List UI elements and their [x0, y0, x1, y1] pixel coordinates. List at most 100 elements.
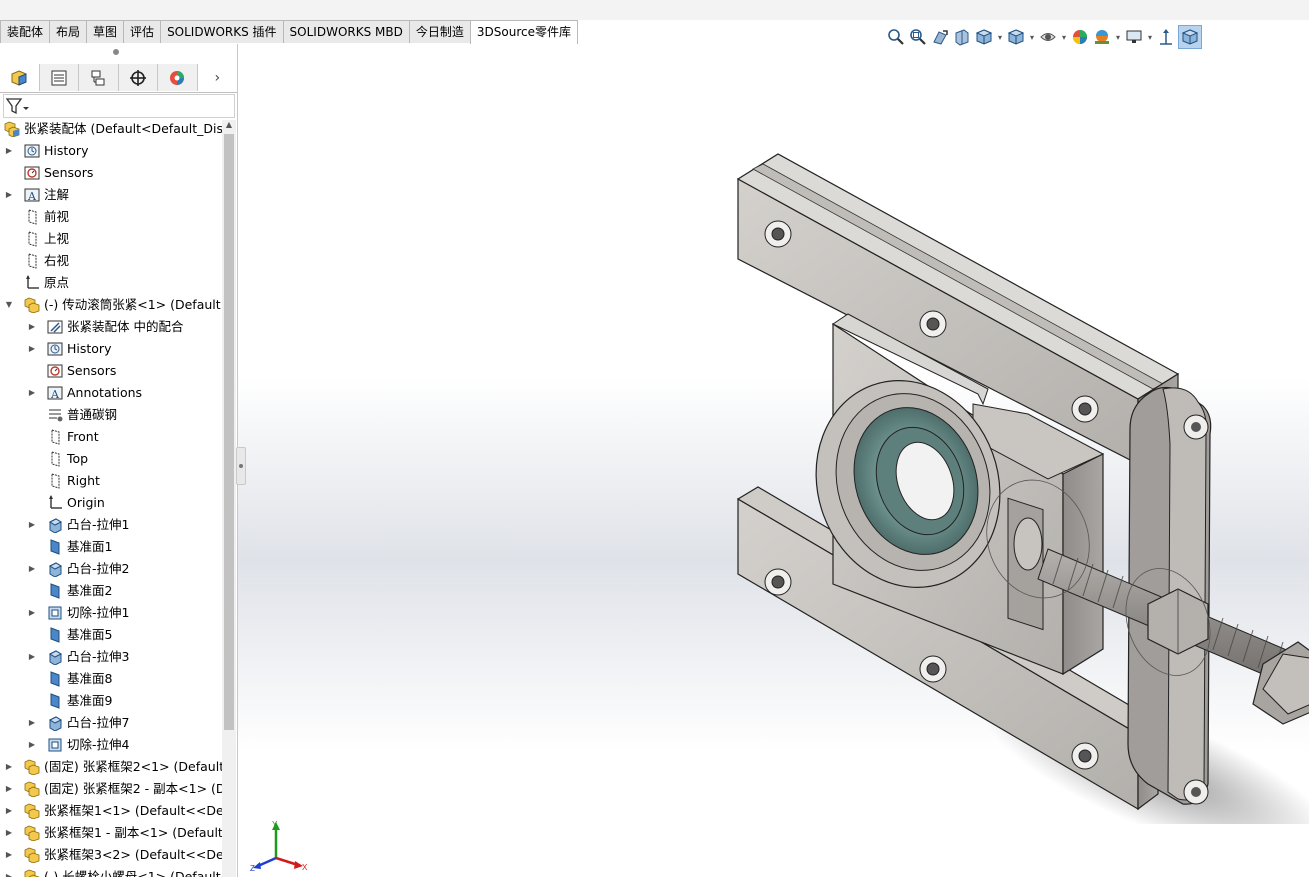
feature-manager-tab[interactable] [0, 64, 40, 91]
tree-item[interactable]: ▶ (固定) 张紧框架2 - 副本<1> (De [0, 778, 222, 800]
filter-icon[interactable] [4, 96, 30, 116]
apply-scene-button[interactable] [1092, 27, 1112, 47]
expand-arrow-icon[interactable]: ▶ [27, 646, 37, 668]
tree-item[interactable]: ▶ History [0, 140, 222, 162]
dropdown-arrow-icon[interactable]: ▾ [1114, 33, 1122, 42]
scroll-up-icon[interactable]: ▲ [222, 120, 236, 132]
panel-grip[interactable] [113, 49, 119, 55]
tree-item[interactable]: ▶ 张紧框架1 - 副本<1> (Default< [0, 822, 222, 844]
expand-arrow-icon[interactable]: ▶ [4, 140, 14, 162]
tree-filter[interactable] [3, 94, 235, 118]
tree-item[interactable]: Right [0, 470, 222, 492]
tree-item[interactable]: ▶ 张紧框架3<2> (Default<<Defa [0, 844, 222, 866]
expand-arrow-icon[interactable]: ▶ [4, 184, 14, 206]
expand-arrow-icon[interactable]: ▶ [4, 822, 14, 844]
tree-item[interactable]: 基准面2 [0, 580, 222, 602]
tree-item[interactable]: ▶ 凸台-拉伸7 [0, 712, 222, 734]
tree-item[interactable]: ▶ (固定) 张紧框架2<1> (Default< [0, 756, 222, 778]
dropdown-arrow-icon[interactable]: ▾ [996, 33, 1004, 42]
tree-item[interactable]: 基准面5 [0, 624, 222, 646]
tree-item[interactable]: 基准面8 [0, 668, 222, 690]
more-tabs-chevron-icon[interactable]: › [198, 64, 237, 92]
tree-item[interactable]: ▶ 凸台-拉伸1 [0, 514, 222, 536]
command-tab[interactable]: 评估 [123, 20, 162, 43]
property-manager-tab[interactable] [39, 64, 79, 91]
tree-item[interactable]: Sensors [0, 360, 222, 382]
expand-arrow-icon[interactable]: ▶ [4, 866, 14, 877]
tree-item[interactable]: ▶ 切除-拉伸1 [0, 602, 222, 624]
command-tab[interactable]: 装配体 [0, 20, 51, 43]
tree-item[interactable]: ▶ 张紧框架1<1> (Default<<Defa [0, 800, 222, 822]
expand-arrow-icon[interactable]: ▶ [27, 602, 37, 624]
expand-arrow-icon[interactable]: ▶ [27, 514, 37, 536]
dropdown-arrow-icon[interactable]: ▾ [1028, 33, 1036, 42]
expand-arrow-icon[interactable]: ▶ [4, 844, 14, 866]
tree-item-label: 基准面8 [67, 671, 113, 686]
tree-item[interactable]: Sensors [0, 162, 222, 184]
command-tab[interactable]: 今日制造 [408, 20, 471, 43]
command-tab[interactable]: SOLIDWORKS 插件 [160, 20, 284, 43]
tree-item[interactable]: ▶ (-) 长螺栓小螺母<1> (Default< [0, 866, 222, 877]
tree-item[interactable]: ▶ A Annotations [0, 382, 222, 404]
expand-arrow-icon[interactable]: ▶ [27, 382, 37, 404]
view-settings-button[interactable] [1124, 27, 1144, 47]
tree-item[interactable]: ▼ (-) 传动滚筒张紧<1> (Default< [0, 294, 222, 316]
configuration-manager-tab[interactable] [79, 64, 119, 91]
collapse-arrow-icon[interactable]: ▼ [4, 294, 14, 316]
tree-item[interactable]: Origin [0, 492, 222, 514]
expand-arrow-icon[interactable]: ▶ [4, 756, 14, 778]
section-view-button[interactable] [952, 27, 972, 47]
3d-view-button[interactable] [1178, 25, 1202, 49]
tree-scrollbar[interactable]: ▲ [222, 120, 236, 877]
assembly-model[interactable] [718, 144, 1309, 824]
hide-show-items-button[interactable] [1038, 27, 1058, 47]
apply-scene-icon [1095, 30, 1109, 44]
tree-item-label: Right [67, 473, 100, 488]
configuration-manager-icon [91, 70, 105, 85]
tree-item[interactable]: 普通碳钢 [0, 404, 222, 426]
expand-arrow-icon[interactable]: ▶ [27, 558, 37, 580]
coordinate-system-button[interactable] [1156, 27, 1176, 47]
tree-item[interactable]: ▶ 张紧装配体 中的配合 [0, 316, 222, 338]
tree-item[interactable]: 上视 [0, 228, 222, 250]
display-manager-tab[interactable] [158, 64, 198, 91]
tree-item[interactable]: 张紧装配体 (Default<Default_Displ [0, 118, 222, 140]
tree-item[interactable]: ▶ 凸台-拉伸3 [0, 646, 222, 668]
graphics-area[interactable]: Y X Z [238, 44, 1309, 877]
tree-item[interactable]: ▶ A 注解 [0, 184, 222, 206]
panel-collapse-handle[interactable] [236, 447, 246, 485]
command-tab[interactable]: SOLIDWORKS MBD [282, 20, 410, 43]
tree-item[interactable]: ▶ History [0, 338, 222, 360]
expand-arrow-icon[interactable]: ▶ [27, 316, 37, 338]
tree-item[interactable]: Top [0, 448, 222, 470]
command-tab[interactable]: 3DSource零件库 [469, 20, 578, 44]
expand-arrow-icon[interactable]: ▶ [27, 712, 37, 734]
expand-arrow-icon[interactable]: ▶ [27, 734, 37, 756]
expand-arrow-icon[interactable]: ▶ [27, 338, 37, 360]
previous-view-button[interactable] [930, 27, 950, 47]
expand-arrow-icon[interactable]: ▶ [4, 800, 14, 822]
dimxpert-manager-tab[interactable] [118, 64, 158, 91]
zoom-to-area-button[interactable] [908, 27, 928, 47]
tree-item[interactable]: 前视 [0, 206, 222, 228]
tree-item[interactable]: Front [0, 426, 222, 448]
zoom-to-fit-button[interactable] [886, 27, 906, 47]
scroll-thumb[interactable] [224, 134, 234, 730]
dropdown-arrow-icon[interactable]: ▾ [1146, 33, 1154, 42]
edit-appearance-button[interactable] [1070, 27, 1090, 47]
tree-item[interactable]: ▶ 切除-拉伸4 [0, 734, 222, 756]
tree-item[interactable]: 基准面1 [0, 536, 222, 558]
tree-item[interactable]: 右视 [0, 250, 222, 272]
command-tab[interactable]: 布局 [49, 20, 88, 43]
triad-x-label: X [302, 863, 308, 872]
view-orientation-button[interactable] [974, 27, 994, 47]
expand-arrow-icon[interactable]: ▶ [4, 778, 14, 800]
tree-item-label: 普通碳钢 [67, 407, 118, 422]
tree-item[interactable]: 基准面9 [0, 690, 222, 712]
display-style-button[interactable] [1006, 27, 1026, 47]
command-tab[interactable]: 草图 [86, 20, 125, 43]
dropdown-arrow-icon[interactable]: ▾ [1060, 33, 1068, 42]
tree-item[interactable]: ▶ 凸台-拉伸2 [0, 558, 222, 580]
feature-manager-icon [11, 69, 27, 86]
tree-item[interactable]: 原点 [0, 272, 222, 294]
